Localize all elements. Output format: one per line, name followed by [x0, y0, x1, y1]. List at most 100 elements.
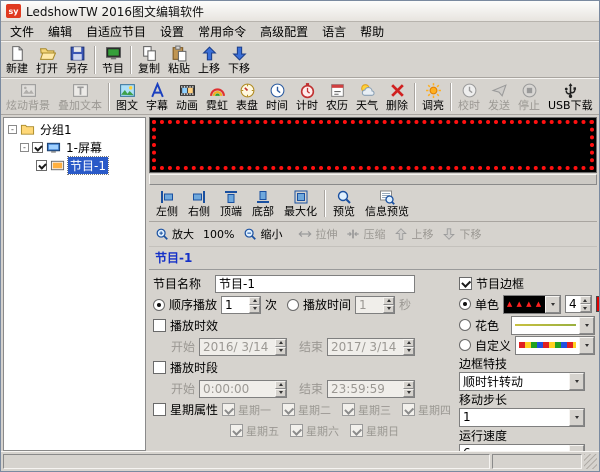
custom-color-radio[interactable] [459, 339, 471, 351]
spin-down-button[interactable] [580, 304, 591, 312]
play-time-radio[interactable] [287, 299, 299, 311]
info-preview-button[interactable]: 信息预览 [360, 188, 414, 219]
layer-down-button: 下移 [438, 224, 485, 244]
graphic-text-button[interactable]: 图文 [112, 81, 142, 113]
dropdown-arrow-icon[interactable] [579, 337, 594, 354]
spin-up-button[interactable] [249, 297, 260, 305]
timer-button[interactable]: 计时 [292, 81, 322, 113]
menu-advanced-config[interactable]: 高级配置 [253, 22, 315, 40]
paste-button[interactable]: 粘贴 [164, 44, 194, 76]
save-as-button[interactable]: 另存 [62, 44, 92, 76]
expander-icon[interactable]: - [20, 143, 29, 152]
custom-pattern-preview [516, 337, 579, 354]
dropdown-arrow-icon[interactable] [579, 317, 594, 334]
zoom-in-button[interactable]: 放大 [151, 224, 198, 244]
dial-button[interactable]: 表盘 [232, 81, 262, 113]
tree-screen-row[interactable]: - 1-屏幕 [4, 138, 145, 156]
time-button[interactable]: 时间 [262, 81, 292, 113]
menu-settings[interactable]: 设置 [153, 22, 191, 40]
move-step-dropdown[interactable]: 1 [459, 408, 585, 427]
dropdown-arrow-icon[interactable] [569, 409, 584, 426]
expander-icon[interactable]: - [8, 125, 17, 134]
screen-checkbox[interactable] [32, 142, 43, 153]
subtitle-button[interactable]: 字幕 [142, 81, 172, 113]
period-checkbox[interactable] [153, 361, 166, 374]
app-window: sy LedshowTW 2016图文编辑软件 文件 编辑 自适应节目 设置 常… [0, 0, 600, 472]
weekday-label: 星期四 [418, 402, 451, 418]
tree-group-row[interactable]: - 分组1 [4, 120, 145, 138]
stopwatch-icon [299, 82, 316, 99]
week-attribute-checkbox[interactable] [153, 403, 166, 416]
brightness-label: 调亮 [422, 100, 444, 112]
end-date-spinner: 2017/ 3/14 [327, 338, 415, 356]
play-count-spinner[interactable]: 1 [221, 296, 261, 314]
period-start-label: 开始 [171, 380, 195, 397]
tree-program-label[interactable]: 节目-1 [68, 157, 108, 174]
pattern-dropdown[interactable] [511, 316, 595, 335]
single-color-radio[interactable] [459, 298, 471, 310]
spin-down-button [403, 347, 414, 355]
dropdown-arrow-icon[interactable] [569, 373, 584, 390]
align-left-button[interactable]: 左侧 [151, 188, 183, 219]
delete-button[interactable]: 删除 [382, 81, 412, 113]
menu-help[interactable]: 帮助 [353, 22, 391, 40]
zoom-out-button[interactable]: 缩小 [239, 224, 286, 244]
menu-file[interactable]: 文件 [3, 22, 41, 40]
custom-pattern-dropdown[interactable] [515, 336, 595, 355]
tree-program-row[interactable]: 节目-1 [4, 156, 145, 174]
menu-edit[interactable]: 编辑 [41, 22, 79, 40]
align-bottom-button[interactable]: 底部 [247, 188, 279, 219]
pattern-color-label: 花色 [475, 317, 507, 334]
preview-button[interactable]: 预览 [328, 188, 360, 219]
weather-button[interactable]: 天气 [352, 81, 382, 113]
move-down-button[interactable]: 下移 [224, 44, 254, 76]
single-pattern-preview [504, 296, 545, 313]
preview-horizontal-scrollbar[interactable] [149, 174, 597, 185]
lunar-calendar-button[interactable]: 农历 [322, 81, 352, 113]
tree-screen-label[interactable]: 1-屏幕 [64, 139, 104, 156]
maximize-button[interactable]: 最大化 [279, 188, 322, 219]
single-pattern-dropdown[interactable] [503, 295, 561, 314]
program-border-checkbox[interactable] [459, 277, 472, 290]
new-button[interactable]: 新建 [2, 44, 32, 76]
border-size-spinner[interactable]: 4 [565, 295, 592, 313]
program-tab[interactable]: 节目-1 [149, 247, 597, 270]
usb-download-button[interactable]: USB下载 [544, 81, 597, 113]
neon-button[interactable]: 霓虹 [202, 81, 232, 113]
weekday-label: 星期五 [246, 423, 279, 439]
animation-button[interactable]: 动画 [172, 81, 202, 113]
menu-common-commands[interactable]: 常用命令 [191, 22, 253, 40]
menu-language[interactable]: 语言 [315, 22, 353, 40]
program-name-input[interactable]: 节目-1 [215, 275, 415, 293]
brightness-button[interactable]: 调亮 [418, 81, 448, 113]
move-up-button[interactable]: 上移 [194, 44, 224, 76]
spin-up-button[interactable] [580, 296, 591, 304]
program-checkbox[interactable] [36, 160, 47, 171]
spin-down-button[interactable] [249, 305, 260, 313]
dropdown-arrow-icon[interactable] [545, 296, 560, 313]
screen-tree-panel: - 分组1 - 1-屏幕 节目-1 [3, 117, 146, 451]
weekday-checkbox [282, 403, 295, 416]
led-screen[interactable] [152, 120, 594, 170]
validity-checkbox[interactable] [153, 319, 166, 332]
align-top-button[interactable]: 顶端 [215, 188, 247, 219]
copy-button[interactable]: 复制 [134, 44, 164, 76]
border-panel: 节目边框 单色 4 花色 [453, 273, 595, 451]
tree-group-label[interactable]: 分组1 [38, 121, 74, 138]
menu-adaptive-program[interactable]: 自适应节目 [79, 22, 153, 40]
picture-icon [119, 82, 136, 99]
zoom-percent-value[interactable]: 100% [199, 226, 238, 243]
align-right-button[interactable]: 右侧 [183, 188, 215, 219]
border-color-swatch[interactable] [596, 296, 600, 312]
pattern-color-radio[interactable] [459, 319, 471, 331]
resize-grip[interactable] [584, 454, 597, 469]
animation-label: 动画 [176, 100, 198, 112]
sequential-play-radio[interactable] [153, 299, 165, 311]
align-left-label: 左侧 [156, 206, 178, 218]
toolbar-separator [450, 83, 452, 111]
pattern-preview [512, 317, 579, 334]
border-effect-dropdown[interactable]: 顺时针转动 [459, 372, 585, 391]
program-button[interactable]: 节目 [98, 44, 128, 76]
open-button[interactable]: 打开 [32, 44, 62, 76]
lunar-label: 农历 [326, 100, 348, 112]
